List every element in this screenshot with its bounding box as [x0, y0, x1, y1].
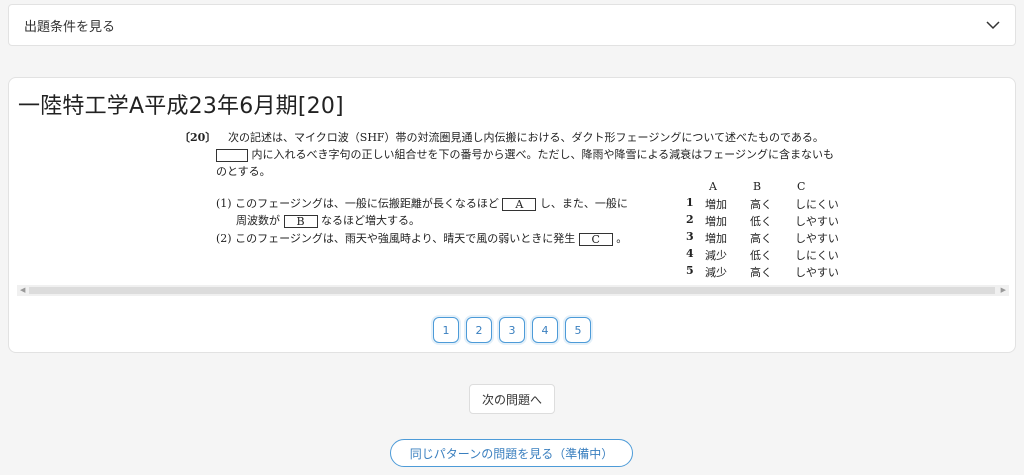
answer-button-5[interactable]: 5 [565, 317, 591, 343]
header-b: B [753, 180, 762, 193]
option-c: しやすい [795, 266, 839, 279]
option-number: 4 [686, 247, 694, 260]
answer-button-3[interactable]: 3 [499, 317, 525, 343]
chevron-down-icon[interactable] [985, 17, 1001, 33]
box-c: C [578, 232, 613, 246]
same-pattern-button[interactable]: 同じパターンの問題を見る（準備中） [390, 439, 633, 467]
item-1-pre: (1) このフェージングは、一般に伝搬距離が長くなるほど [216, 197, 499, 210]
option-b: 低く [750, 249, 772, 262]
conditions-accordion[interactable]: 出題条件を見る [8, 4, 1016, 46]
option-a: 減少 [705, 249, 727, 262]
question-number: 〔20〕 [179, 131, 217, 144]
item-2-pre: (2) このフェージングは、雨天や強風時より、晴天で風の弱いときに発生 [216, 232, 576, 245]
question-title: 一陸特工学A平成23年6月期[20] [18, 94, 344, 119]
option-c: しにくい [795, 198, 839, 211]
option-a: 増加 [705, 232, 727, 245]
option-number: 1 [686, 196, 694, 209]
header-c: C [797, 180, 806, 193]
scrollbar-thumb[interactable] [29, 287, 995, 294]
item-1: (1) このフェージングは、一般に伝搬距離が長くなるほど A し、また、一般に [216, 195, 628, 211]
option-b: 高く [750, 266, 772, 279]
option-a: 減少 [705, 266, 727, 279]
scroll-left-arrow-icon[interactable]: ◀ [20, 286, 25, 294]
question-card: 一陸特工学A平成23年6月期[20] 〔20〕 次の記述は、マイクロ波（SHF）… [8, 77, 1016, 353]
blank-box [216, 148, 248, 162]
box-b: B [283, 214, 318, 228]
next-question-button[interactable]: 次の問題へ [469, 384, 555, 414]
option-a: 増加 [705, 215, 727, 228]
header-a: A [709, 180, 717, 193]
answer-button-2[interactable]: 2 [466, 317, 492, 343]
intro-line-3: のとする。 [216, 165, 271, 178]
item-1b-post: なるほど増大する。 [321, 214, 420, 227]
option-number: 2 [686, 213, 694, 226]
answer-button-1[interactable]: 1 [433, 317, 459, 343]
answer-buttons: 1 2 3 4 5 [9, 317, 1015, 343]
option-number: 3 [686, 230, 694, 243]
box-a: A [502, 197, 537, 211]
item-1b-pre: 周波数が [236, 214, 280, 227]
item-1b: 周波数が B なるほど増大する。 [236, 212, 420, 228]
option-c: しやすい [795, 232, 839, 245]
question-body: 〔20〕 次の記述は、マイクロ波（SHF）帯の対流圏見通し内伝搬における、ダクト… [17, 126, 1009, 286]
option-c: しにくい [795, 249, 839, 262]
scroll-right-arrow-icon[interactable]: ▶ [1001, 286, 1006, 294]
answer-button-4[interactable]: 4 [532, 317, 558, 343]
option-a: 増加 [705, 198, 727, 211]
horizontal-scrollbar[interactable]: ◀ ▶ [17, 285, 1009, 296]
option-c: しやすい [795, 215, 839, 228]
option-b: 低く [750, 215, 772, 228]
item-2: (2) このフェージングは、雨天や強風時より、晴天で風の弱いときに発生 C 。 [216, 230, 627, 246]
intro-line-1: 次の記述は、マイクロ波（SHF）帯の対流圏見通し内伝搬における、ダクト形フェージ… [228, 131, 824, 144]
accordion-label: 出題条件を見る [24, 19, 116, 35]
item-2-post: 。 [616, 232, 628, 245]
intro-line-2-wrap: 内に入れるべき字句の正しい組合せを下の番号から選べ。ただし、降雨や降雪による減衰… [216, 146, 834, 162]
item-1-post: し、また、一般に [539, 197, 628, 210]
option-b: 高く [750, 198, 772, 211]
option-number: 5 [686, 264, 694, 277]
intro-line-2: 内に入れるべき字句の正しい組合せを下の番号から選べ。ただし、降雨や降雪による減衰… [251, 148, 834, 161]
option-b: 高く [750, 232, 772, 245]
